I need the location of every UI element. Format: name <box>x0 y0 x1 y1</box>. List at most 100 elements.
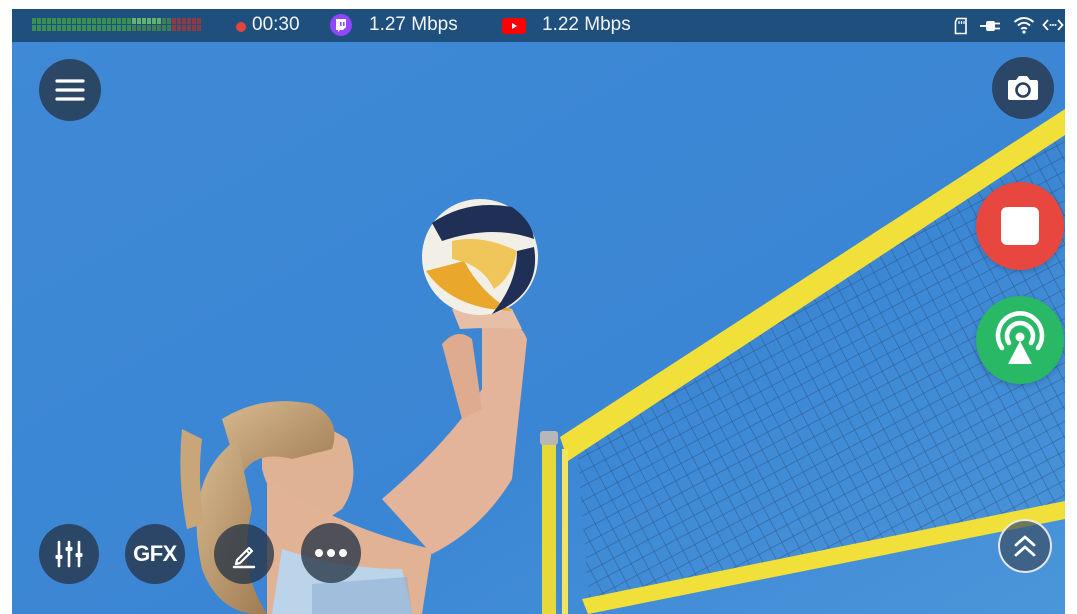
meter-segment <box>127 18 131 24</box>
meter-segment <box>107 18 111 24</box>
meter-segment <box>142 18 146 24</box>
meter-segment <box>167 18 171 24</box>
audio-mixer-icon <box>55 540 83 568</box>
meter-segment <box>197 25 201 31</box>
meter-segment <box>32 25 36 31</box>
camera-icon <box>1008 76 1038 100</box>
meter-segment <box>67 18 71 24</box>
volleyball <box>422 199 538 315</box>
meter-segment <box>112 25 116 31</box>
record-dot-icon <box>236 22 246 32</box>
meter-segment <box>82 18 86 24</box>
meter-segment <box>47 25 51 31</box>
stop-record-icon <box>1001 207 1039 245</box>
meter-segment <box>72 18 76 24</box>
draw-button[interactable] <box>214 524 274 584</box>
meter-segment <box>102 18 106 24</box>
meter-segment <box>172 25 176 31</box>
youtube-icon[interactable] <box>502 18 526 34</box>
meter-segment <box>127 25 131 31</box>
sd-card-icon <box>954 17 967 35</box>
gfx-button[interactable]: GFX <box>125 524 185 584</box>
pencil-icon <box>232 546 256 569</box>
wifi-icon <box>1013 17 1035 34</box>
streaming-camera-app: 00:30 1.27 Mbps 1.22 Mbps GFX <box>12 9 1065 614</box>
chevron-double-up-icon <box>1014 535 1036 557</box>
stop-record-button[interactable] <box>976 182 1064 270</box>
meter-segment <box>37 18 41 24</box>
meter-segment <box>122 18 126 24</box>
meter-segment <box>97 25 101 31</box>
meter-segment <box>142 25 146 31</box>
meter-segment <box>107 25 111 31</box>
twitch-bitrate: 1.27 Mbps <box>369 14 458 35</box>
meter-segment <box>157 25 161 31</box>
meter-segment <box>67 25 71 31</box>
meter-segment <box>162 25 166 31</box>
meter-segment <box>197 18 201 24</box>
power-plug-icon <box>980 21 1000 31</box>
meter-segment <box>77 18 81 24</box>
hamburger-menu-icon <box>55 79 85 101</box>
meter-segment <box>187 18 191 24</box>
meter-segment <box>167 25 171 31</box>
meter-segment <box>62 18 66 24</box>
meter-segment <box>102 25 106 31</box>
meter-segment <box>52 25 56 31</box>
meter-segment <box>137 18 141 24</box>
meter-segment <box>32 18 36 24</box>
meter-segment <box>157 18 161 24</box>
broadcast-antenna-icon <box>995 311 1045 364</box>
meter-segment <box>132 18 136 24</box>
meter-segment <box>57 18 61 24</box>
meter-segment <box>132 25 136 31</box>
meter-segment <box>37 25 41 31</box>
gfx-label: GFX <box>133 541 177 566</box>
meter-segment <box>147 18 151 24</box>
meter-segment <box>147 25 151 31</box>
meter-segment <box>52 18 56 24</box>
meter-segment <box>42 18 46 24</box>
meter-segment <box>117 18 121 24</box>
record-timer: 00:30 <box>252 14 300 35</box>
camera-preview <box>12 9 1065 614</box>
more-options-button[interactable] <box>301 523 361 583</box>
meter-segment <box>92 25 96 31</box>
meter-segment <box>87 25 91 31</box>
meter-segment <box>72 25 76 31</box>
broadcast-button[interactable] <box>976 296 1064 384</box>
menu-button[interactable] <box>39 59 101 121</box>
audio-mixer-button[interactable] <box>39 524 99 584</box>
expand-panel-button[interactable] <box>998 519 1052 573</box>
meter-segment <box>82 25 86 31</box>
meter-segment <box>187 25 191 31</box>
meter-segment <box>172 18 176 24</box>
meter-segment <box>177 25 181 31</box>
meter-segment <box>57 25 61 31</box>
status-bar: 00:30 1.27 Mbps 1.22 Mbps <box>12 9 1065 42</box>
meter-segment <box>162 18 166 24</box>
meter-segment <box>192 25 196 31</box>
meter-segment <box>77 25 81 31</box>
snapshot-button[interactable] <box>992 57 1054 119</box>
meter-segment <box>137 25 141 31</box>
youtube-bitrate: 1.22 Mbps <box>542 14 631 35</box>
meter-segment <box>92 18 96 24</box>
meter-segment <box>42 25 46 31</box>
meter-segment <box>97 18 101 24</box>
meter-segment <box>182 25 186 31</box>
meter-segment <box>62 25 66 31</box>
meter-segment <box>152 25 156 31</box>
meter-segment <box>47 18 51 24</box>
meter-segment <box>152 18 156 24</box>
remote-code-icon <box>1042 19 1064 31</box>
audio-level-meter <box>32 18 201 31</box>
meter-segment <box>112 18 116 24</box>
meter-segment <box>122 25 126 31</box>
more-dots-icon <box>315 549 347 557</box>
meter-segment <box>117 25 121 31</box>
meter-segment <box>192 18 196 24</box>
meter-segment <box>87 18 91 24</box>
twitch-icon[interactable] <box>330 14 352 36</box>
meter-segment <box>182 18 186 24</box>
